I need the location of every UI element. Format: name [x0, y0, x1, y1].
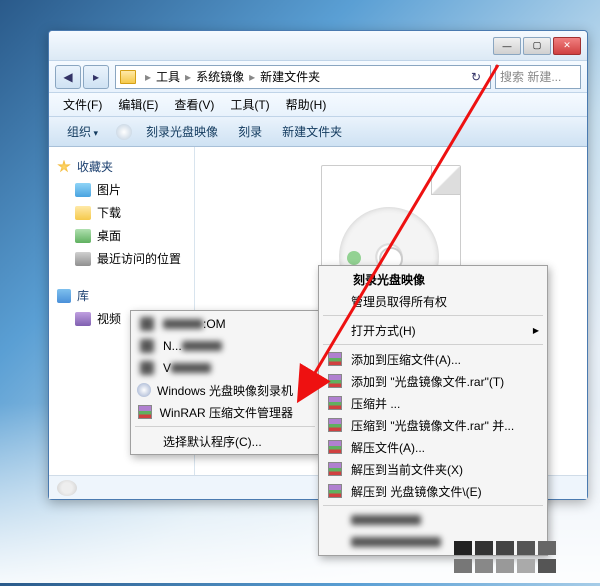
sidebar-item-desktop[interactable]: 桌面 — [55, 224, 188, 247]
burn-image-button[interactable]: 刻录光盘映像 — [136, 119, 228, 144]
menu-item-add-to-archive[interactable]: 添加到压缩文件(A)... — [321, 348, 545, 370]
context-menu: 刻录光盘映像 管理员取得所有权 打开方式(H) 添加到压缩文件(A)... 添加… — [318, 265, 548, 556]
menu-item-choose-default[interactable]: 选择默认程序(C)... — [133, 430, 317, 452]
menu-item-compress-named-email[interactable]: 压缩到 "光盘镜像文件.rar" 并... — [321, 414, 545, 436]
menu-item-burn-image[interactable]: 刻录光盘映像 — [321, 268, 545, 290]
burn-button[interactable]: 刻录 — [228, 119, 272, 144]
address-bar: ◀ ▸ ▸ 工具 ▸ 系统镜像 ▸ 新建文件夹 ↻ 搜索 新建... — [49, 61, 587, 93]
breadcrumb-item[interactable]: 工具 — [154, 68, 182, 85]
nav-back-button[interactable]: ◀ — [55, 65, 81, 89]
menu-item-open-with[interactable]: 打开方式(H) — [321, 319, 545, 341]
disc-icon — [57, 480, 77, 496]
menu-help[interactable]: 帮助(H) — [278, 93, 335, 116]
downloads-icon — [75, 206, 91, 220]
refresh-icon[interactable]: ↻ — [466, 70, 486, 84]
libraries-header[interactable]: 库 — [55, 284, 188, 307]
sidebar-item-downloads[interactable]: 下载 — [55, 201, 188, 224]
winrar-icon — [328, 374, 342, 388]
menu-item-extract-to[interactable]: 解压到 光盘镜像文件\(E) — [321, 480, 545, 502]
organize-button[interactable]: 组织 — [57, 119, 108, 144]
color-swatches — [454, 541, 594, 577]
menu-item-take-ownership[interactable]: 管理员取得所有权 — [321, 290, 545, 312]
menu-item-hidden[interactable]: V — [133, 357, 317, 379]
winrar-icon — [328, 462, 342, 476]
breadcrumb-item[interactable]: 新建文件夹 — [258, 68, 322, 85]
close-button[interactable]: ✕ — [553, 37, 581, 55]
menu-bar: 文件(F) 编辑(E) 查看(V) 工具(T) 帮助(H) — [49, 93, 587, 117]
disc-icon — [116, 124, 132, 140]
winrar-icon — [328, 396, 342, 410]
search-input[interactable]: 搜索 新建... — [495, 65, 581, 89]
desktop-icon — [75, 229, 91, 243]
menu-item-extract[interactable]: 解压文件(A)... — [321, 436, 545, 458]
menu-item-compress-email[interactable]: 压缩并 ... — [321, 392, 545, 414]
menu-item-hidden[interactable]: :OM — [133, 313, 317, 335]
videos-icon — [75, 312, 91, 326]
breadcrumb-item[interactable]: 系统镜像 — [194, 68, 246, 85]
menu-item-windows-burner[interactable]: Windows 光盘映像刻录机 — [133, 379, 317, 401]
titlebar: — ▢ ✕ — [49, 31, 587, 61]
menu-tools[interactable]: 工具(T) — [222, 93, 277, 116]
winrar-icon — [328, 440, 342, 454]
winrar-icon — [328, 352, 342, 366]
new-folder-button[interactable]: 新建文件夹 — [272, 119, 352, 144]
recent-icon — [75, 252, 91, 266]
toolbar: 组织 刻录光盘映像 刻录 新建文件夹 — [49, 117, 587, 147]
nav-forward-button[interactable]: ▸ — [83, 65, 109, 89]
menu-edit[interactable]: 编辑(E) — [110, 93, 166, 116]
winrar-icon — [328, 484, 342, 498]
menu-item-hidden[interactable]: N... — [133, 335, 317, 357]
open-with-submenu: :OM N... V Windows 光盘映像刻录机 WinRAR 压缩文件管理… — [130, 310, 320, 455]
winrar-icon — [328, 418, 342, 432]
maximize-button[interactable]: ▢ — [523, 37, 551, 55]
favorites-header[interactable]: 收藏夹 — [55, 155, 188, 178]
folder-icon — [120, 70, 136, 84]
menu-view[interactable]: 查看(V) — [166, 93, 222, 116]
sidebar-item-pictures[interactable]: 图片 — [55, 178, 188, 201]
menu-file[interactable]: 文件(F) — [55, 93, 110, 116]
breadcrumb[interactable]: ▸ 工具 ▸ 系统镜像 ▸ 新建文件夹 ↻ — [115, 65, 491, 89]
pictures-icon — [75, 183, 91, 197]
minimize-button[interactable]: — — [493, 37, 521, 55]
winrar-icon — [138, 405, 152, 419]
sidebar-item-recent[interactable]: 最近访问的位置 — [55, 247, 188, 270]
menu-item-hidden[interactable] — [321, 509, 545, 531]
menu-item-winrar[interactable]: WinRAR 压缩文件管理器 — [133, 401, 317, 423]
menu-item-extract-here[interactable]: 解压到当前文件夹(X) — [321, 458, 545, 480]
menu-item-add-to-named[interactable]: 添加到 "光盘镜像文件.rar"(T) — [321, 370, 545, 392]
